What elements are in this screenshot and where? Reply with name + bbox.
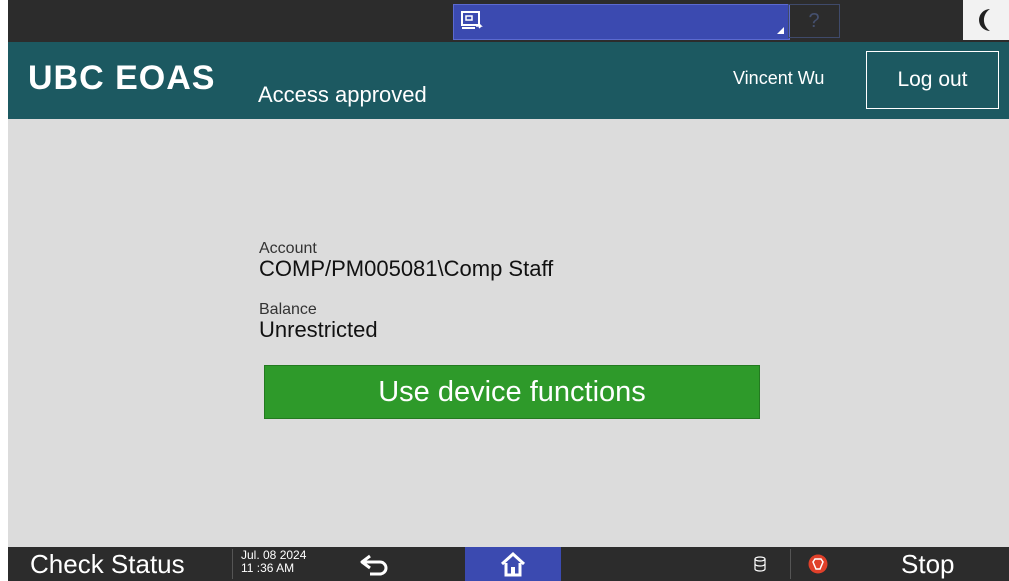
check-status-button[interactable]: Check Status — [30, 549, 185, 580]
divider — [790, 549, 791, 579]
home-button[interactable] — [465, 547, 561, 581]
balance-value: Unrestricted — [259, 317, 378, 342]
home-icon — [500, 551, 526, 577]
back-icon[interactable] — [358, 553, 394, 577]
stop-button[interactable]: Stop — [901, 549, 955, 580]
brand-title: UBC EOAS — [28, 59, 216, 97]
user-name: Vincent Wu — [733, 68, 825, 88]
access-status: Access approved — [258, 82, 427, 107]
main-panel: Account COMP/PM005081\Comp Staff Balance… — [8, 119, 1009, 547]
expand-corner-icon — [777, 27, 784, 34]
screen-share-icon — [461, 11, 483, 29]
device-screen: ? UBC EOAS Access approved Vincent Wu Lo… — [8, 0, 1009, 581]
moon-icon — [979, 9, 990, 31]
help-button[interactable]: ? — [788, 4, 840, 38]
logout-button[interactable]: Log out — [866, 51, 999, 109]
system-bar: ? — [8, 0, 1009, 42]
screen-sharing-panel[interactable] — [453, 4, 790, 40]
bottom-bar: Check Status Jul. 08 2024 11 :36 AM Stop — [8, 547, 1009, 581]
divider — [232, 549, 233, 579]
stop-icon[interactable] — [808, 554, 828, 574]
account-value: COMP/PM005081\Comp Staff — [259, 256, 554, 281]
time-text: 11 :36 AM — [241, 561, 295, 575]
date-time: Jul. 08 2024 11 :36 AM — [241, 549, 306, 575]
energy-saver-button[interactable] — [963, 0, 1009, 40]
data-storage-icon — [754, 556, 766, 572]
app-header: UBC EOAS Access approved Vincent Wu Log … — [8, 42, 1009, 119]
use-device-functions-button[interactable]: Use device functions — [264, 365, 760, 419]
